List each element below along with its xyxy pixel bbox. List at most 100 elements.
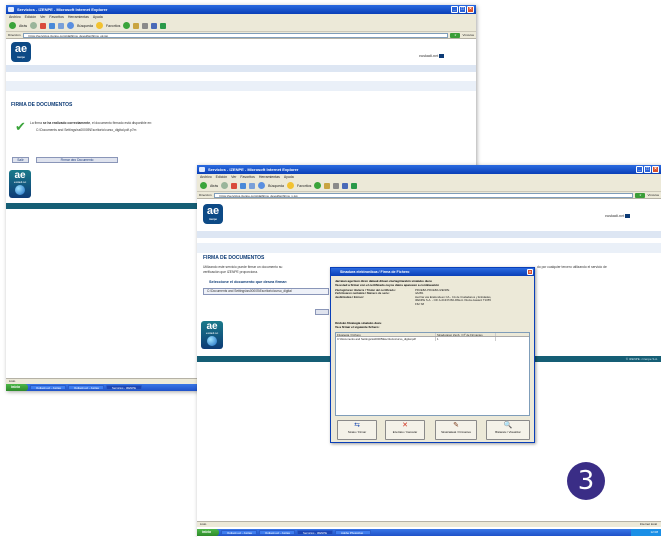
menu-ayuda[interactable]: Ayuda [284, 174, 294, 180]
minimize-button[interactable]: _ [451, 6, 458, 13]
menu-ver[interactable]: Ver [231, 174, 236, 180]
messenger-icon[interactable] [160, 22, 167, 29]
maximize-button[interactable]: □ [644, 166, 651, 173]
menu-herramientas[interactable]: Herramientas [259, 174, 280, 180]
refresh-icon[interactable] [49, 22, 56, 29]
close-button[interactable]: × [652, 166, 659, 173]
menu-archivo[interactable]: Archivo [200, 174, 212, 180]
menu-favoritos[interactable]: Favoritos [49, 14, 63, 20]
taskbar-item[interactable]: Adobe Photoshop [335, 530, 371, 535]
front-toolbar: Atrás Búsqueda Favoritos [197, 180, 661, 192]
forward-arrow-icon[interactable] [221, 182, 229, 189]
maximize-button[interactable]: □ [459, 6, 466, 13]
exit-button[interactable]: Salir [12, 157, 29, 163]
file-path-input[interactable]: C:\Documents and Settings\ss00005\Escrit… [203, 288, 329, 295]
partial-button[interactable] [315, 309, 329, 315]
search-icon[interactable] [258, 182, 266, 189]
favorites-label[interactable]: Favoritos [106, 24, 120, 28]
ie-icon [199, 167, 205, 172]
column-header[interactable]: Sinaduraren Zenb. / Nº de Firmantes [436, 333, 496, 336]
address-input[interactable]: https://servicios.izenpe.com/platfirma_d… [213, 192, 634, 198]
taskbar-item[interactable]: Outlook ext - Juntas [221, 530, 257, 535]
header-stripe [197, 231, 661, 238]
signers-button[interactable]: ✎ Sinatzaileak / Firmantes [435, 420, 477, 440]
links-label[interactable]: Vínculos [647, 193, 659, 197]
search-label[interactable]: Búsqueda [77, 24, 93, 28]
stop-icon[interactable] [40, 22, 47, 29]
cancel-button[interactable]: ✕ Ezeztatu / Cancelar [385, 420, 425, 440]
step-number-badge: 3 [567, 462, 605, 500]
signed-file-path: C:\Documents and Settings\ss00005\Escrit… [36, 128, 137, 132]
sign-other-button[interactable]: Firmar otro Documento [36, 157, 118, 163]
back-titlebar[interactable]: Servicios - IZENPE - Microsoft Internet … [6, 5, 476, 14]
minimize-button[interactable]: _ [636, 166, 643, 173]
edit-icon[interactable] [342, 182, 349, 189]
menu-archivo[interactable]: Archivo [9, 14, 21, 20]
mail-icon[interactable] [324, 182, 331, 189]
menu-ver[interactable]: Ver [40, 14, 45, 20]
status-text: Listo [200, 522, 207, 526]
history-icon[interactable] [123, 22, 131, 29]
search-icon[interactable] [67, 22, 75, 29]
menu-edicion[interactable]: Edición [216, 174, 227, 180]
status-text: Listo [9, 379, 16, 383]
back-label[interactable]: Atrás [210, 184, 218, 188]
front-titlebar[interactable]: Servicios - IZENPE - Microsoft Internet … [197, 165, 661, 174]
menu-ayuda[interactable]: Ayuda [93, 14, 103, 20]
taskbar-item[interactable]: Servicios - IZENPE [106, 385, 142, 390]
address-label: Dirección [199, 193, 212, 197]
system-tray-clock[interactable]: 12:08 [631, 529, 661, 536]
footer-copyright: © IZENPE • Izenpe S.A. [625, 357, 658, 361]
refresh-icon[interactable] [240, 182, 247, 189]
globe-icon [207, 336, 217, 346]
close-button[interactable]: × [467, 6, 474, 13]
back-window-title: Servicios - IZENPE - Microsoft Internet … [17, 7, 108, 12]
home-icon[interactable] [249, 182, 256, 189]
favorites-star-icon[interactable] [286, 182, 294, 189]
search-label[interactable]: Búsqueda [268, 184, 284, 188]
view-button[interactable]: 🔍 Bistaratu / Visualizar [486, 420, 530, 440]
front-taskbar: inicio Outlook ext - Juntas Outlook ext … [197, 529, 661, 536]
messenger-icon[interactable] [351, 182, 358, 189]
favorites-label[interactable]: Favoritos [297, 184, 311, 188]
menu-edicion[interactable]: Edición [25, 14, 36, 20]
stop-icon[interactable] [231, 182, 238, 189]
intro-line-2: verificación que IZENPE proporciona. [203, 270, 258, 274]
magnifier-icon: 🔍 [503, 422, 513, 429]
menu-favoritos[interactable]: Favoritos [240, 174, 254, 180]
home-icon[interactable] [58, 22, 65, 29]
sign-button[interactable]: ⇆ Sinatu / Firmar [337, 420, 377, 440]
ie-icon [8, 7, 14, 12]
dialog-close-button[interactable]: × [527, 269, 533, 275]
dialog-titlebar[interactable]: Sinadura elektronikoa / Firma de Fichero… [331, 268, 534, 276]
back-arrow-icon[interactable] [200, 182, 207, 189]
links-label[interactable]: Vínculos [462, 33, 474, 37]
address-input[interactable]: https://servicios.izenpe.com/platfirma_d… [22, 32, 449, 38]
taskbar-item[interactable]: Outlook ext - Juntas [30, 385, 66, 390]
header-stripe-2 [197, 243, 661, 253]
history-icon[interactable] [314, 182, 322, 189]
taskbar-item[interactable]: Outlook ext - Juntas [259, 530, 295, 535]
file-list-row[interactable]: C:\Documents and Settings\ss00005\Escrit… [336, 337, 529, 341]
euskadi-badge: ae euskadi.net [9, 170, 31, 198]
go-button[interactable]: Ir [635, 192, 646, 198]
dialog-title: Sinadura elektronikoa / Firma de Fichero [340, 270, 410, 274]
back-arrow-icon[interactable] [9, 22, 16, 29]
edit-icon[interactable] [151, 22, 158, 29]
start-button[interactable]: inicio [197, 529, 219, 536]
start-button[interactable]: inicio [6, 384, 28, 391]
mail-icon[interactable] [133, 22, 140, 29]
print-icon[interactable] [142, 22, 149, 29]
menu-herramientas[interactable]: Herramientas [68, 14, 89, 20]
taskbar-item[interactable]: Servicios - IZENPE [297, 530, 333, 535]
column-header[interactable]: Fitxategia / Fichero [336, 333, 436, 336]
go-button[interactable]: Ir [450, 32, 461, 38]
taskbar-item[interactable]: Outlook ext - Juntas [68, 385, 104, 390]
file-list[interactable]: Fitxategia / Fichero Sinaduraren Zenb. /… [335, 332, 530, 416]
back-label[interactable]: Atrás [19, 24, 27, 28]
print-icon[interactable] [333, 182, 340, 189]
favorites-star-icon[interactable] [95, 22, 103, 29]
intro-line-right: do por cualquier tercero utilizando el s… [537, 265, 607, 269]
forward-arrow-icon[interactable] [30, 22, 38, 29]
header-stripe [6, 65, 476, 72]
